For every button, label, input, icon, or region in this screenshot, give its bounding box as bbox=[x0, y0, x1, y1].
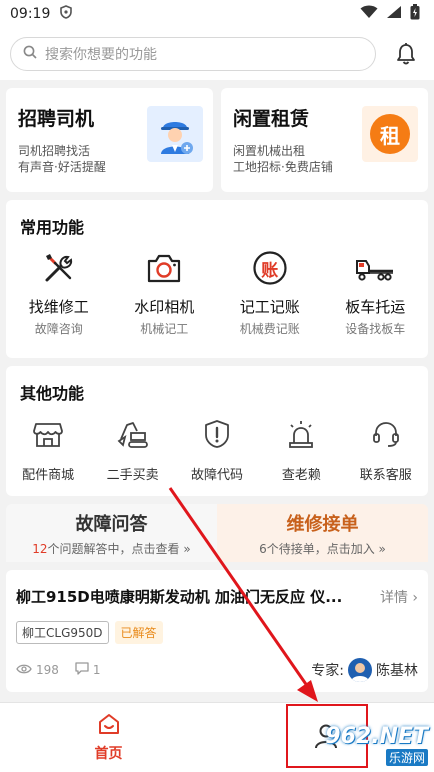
func-label: 水印相机 bbox=[134, 298, 195, 316]
func-sub: 机械费记账 bbox=[239, 322, 300, 336]
tab-title: 维修接单 bbox=[286, 513, 359, 535]
func-label: 二手买卖 bbox=[106, 468, 159, 483]
tab-title: 故障问答 bbox=[75, 510, 148, 536]
details-link[interactable]: 详情 › bbox=[380, 587, 418, 607]
func-label: 找维修工 bbox=[28, 298, 89, 316]
tab-subtitle-text: 个问题解答中，点击查看 » bbox=[47, 541, 191, 556]
func-label: 板车托运 bbox=[345, 298, 406, 316]
section-title: 其他功能 bbox=[20, 384, 85, 403]
tab-subtitle: 12个问题解答中，点击查看 » bbox=[32, 540, 190, 557]
nav-home-label: 首页 bbox=[94, 745, 123, 762]
alert-icon bbox=[197, 414, 237, 454]
tab-subtitle-text: 个待接单，点击加入 » bbox=[266, 541, 386, 556]
expert-label: 专家: bbox=[311, 663, 344, 679]
watermark-logo: 962.NET 乐游网 bbox=[325, 724, 428, 766]
expert-info: 专家: 陈基林 bbox=[311, 658, 418, 682]
avatar bbox=[348, 658, 372, 682]
signal-icon bbox=[386, 5, 402, 23]
watermark-sub-text: 乐游网 bbox=[385, 749, 428, 766]
nav-home[interactable]: 首页 bbox=[0, 703, 217, 772]
search-placeholder: 搜索你想要的功能 bbox=[45, 47, 157, 63]
truck-icon bbox=[355, 248, 395, 288]
comments-count: 1 bbox=[92, 663, 101, 677]
func-sub: 机械记工 bbox=[140, 322, 189, 336]
home-icon bbox=[98, 713, 120, 739]
func-flatbed-transport[interactable]: 板车托运 设备找板车 bbox=[327, 248, 423, 337]
qa-tabs: 故障问答 12个问题解答中，点击查看 » 维修接单 6个待接单，点击加入 » bbox=[6, 504, 428, 562]
headset-icon bbox=[366, 414, 406, 454]
func-label: 故障代码 bbox=[190, 468, 243, 483]
eye-icon bbox=[16, 663, 32, 678]
func-fault-code[interactable]: 故障代码 bbox=[176, 414, 258, 483]
battery-icon bbox=[410, 4, 420, 24]
func-sub: 设备找板车 bbox=[345, 322, 406, 336]
other-functions-section: 其他功能 配件商城 二手买卖 故障代码 查老赖 联系客服 bbox=[6, 366, 428, 496]
func-repair-worker[interactable]: 找维修工 故障咨询 bbox=[11, 248, 107, 337]
model-tag: 柳工CLG950D bbox=[16, 621, 109, 644]
tab-repair-orders[interactable]: 维修接单 6个待接单，点击加入 » bbox=[217, 504, 428, 562]
common-functions-grid: 找维修工 故障咨询 水印相机 机械记工 账 记工记账 机械费记账 板车托运 设备… bbox=[6, 238, 428, 337]
func-sub: 故障咨询 bbox=[34, 322, 83, 336]
pending-question-count: 12 bbox=[32, 541, 48, 556]
comment-icon bbox=[75, 662, 89, 678]
shield-icon bbox=[60, 5, 73, 23]
ledger-icon: 账 bbox=[250, 248, 290, 288]
func-debtor-check[interactable]: 查老赖 bbox=[260, 414, 342, 483]
func-parts-mall[interactable]: 配件商城 bbox=[7, 414, 89, 483]
tab-subtitle: 6个待接单，点击加入 » bbox=[259, 540, 386, 557]
question-title: 柳工915D电喷康明斯发动机 加油门无反应 仪... bbox=[16, 588, 343, 606]
status-badge: 已解答 bbox=[114, 621, 163, 644]
func-ledger[interactable]: 账 记工记账 机械费记账 bbox=[222, 248, 318, 337]
rent-icon-text: 租 bbox=[370, 114, 410, 154]
idle-rental-card[interactable]: 闲置租赁 闲置机械出租 工地招标·免费店铺 租 bbox=[221, 88, 428, 192]
section-title: 常用功能 bbox=[20, 218, 85, 237]
search-icon bbox=[23, 45, 37, 63]
question-card[interactable]: 柳工915D电喷康明斯发动机 加油门无反应 仪... 详情 › 柳工CLG950… bbox=[6, 570, 428, 692]
rent-icon: 租 bbox=[362, 106, 418, 162]
func-label: 记工记账 bbox=[239, 298, 300, 316]
func-label: 联系客服 bbox=[359, 468, 412, 483]
pending-order-count: 6 bbox=[259, 541, 267, 556]
views-stat: 198 bbox=[16, 663, 59, 678]
func-label: 配件商城 bbox=[22, 468, 75, 483]
func-customer-service[interactable]: 联系客服 bbox=[345, 414, 427, 483]
watermark-logo-text: 962.NET bbox=[325, 724, 428, 749]
tab-fault-qa[interactable]: 故障问答 12个问题解答中，点击查看 » bbox=[6, 504, 217, 562]
recruit-driver-card[interactable]: 招聘司机 司机招聘找活 有声音·好活提醒 bbox=[6, 88, 213, 192]
excavator-icon bbox=[113, 414, 153, 454]
wifi-icon bbox=[360, 5, 378, 23]
siren-icon bbox=[281, 414, 321, 454]
func-label: 查老赖 bbox=[281, 468, 321, 483]
other-functions-grid: 配件商城 二手买卖 故障代码 查老赖 联系客服 bbox=[6, 404, 428, 483]
comments-stat: 1 bbox=[75, 662, 101, 678]
func-second-hand[interactable]: 二手买卖 bbox=[92, 414, 174, 483]
views-count: 198 bbox=[36, 663, 59, 677]
camera-icon bbox=[144, 248, 184, 288]
driver-icon bbox=[147, 106, 203, 162]
bell-icon[interactable] bbox=[388, 36, 424, 72]
common-functions-section: 常用功能 找维修工 故障咨询 水印相机 机械记工 账 记工记账 机械费记账 板车… bbox=[6, 200, 428, 358]
top-cards: 招聘司机 司机招聘找活 有声音·好活提醒 闲置租赁 闲置机械出租 工地招标·免费… bbox=[0, 80, 434, 192]
search-input[interactable]: 搜索你想要的功能 bbox=[10, 37, 376, 71]
status-bar: 09:19 bbox=[0, 0, 434, 28]
status-time: 09:19 bbox=[10, 6, 51, 22]
func-watermark-camera[interactable]: 水印相机 机械记工 bbox=[116, 248, 212, 337]
tools-icon bbox=[39, 248, 79, 288]
search-row: 搜索你想要的功能 bbox=[0, 28, 434, 80]
ledger-icon-text: 账 bbox=[261, 260, 279, 281]
expert-name: 陈基林 bbox=[376, 663, 418, 679]
shop-icon bbox=[28, 414, 68, 454]
